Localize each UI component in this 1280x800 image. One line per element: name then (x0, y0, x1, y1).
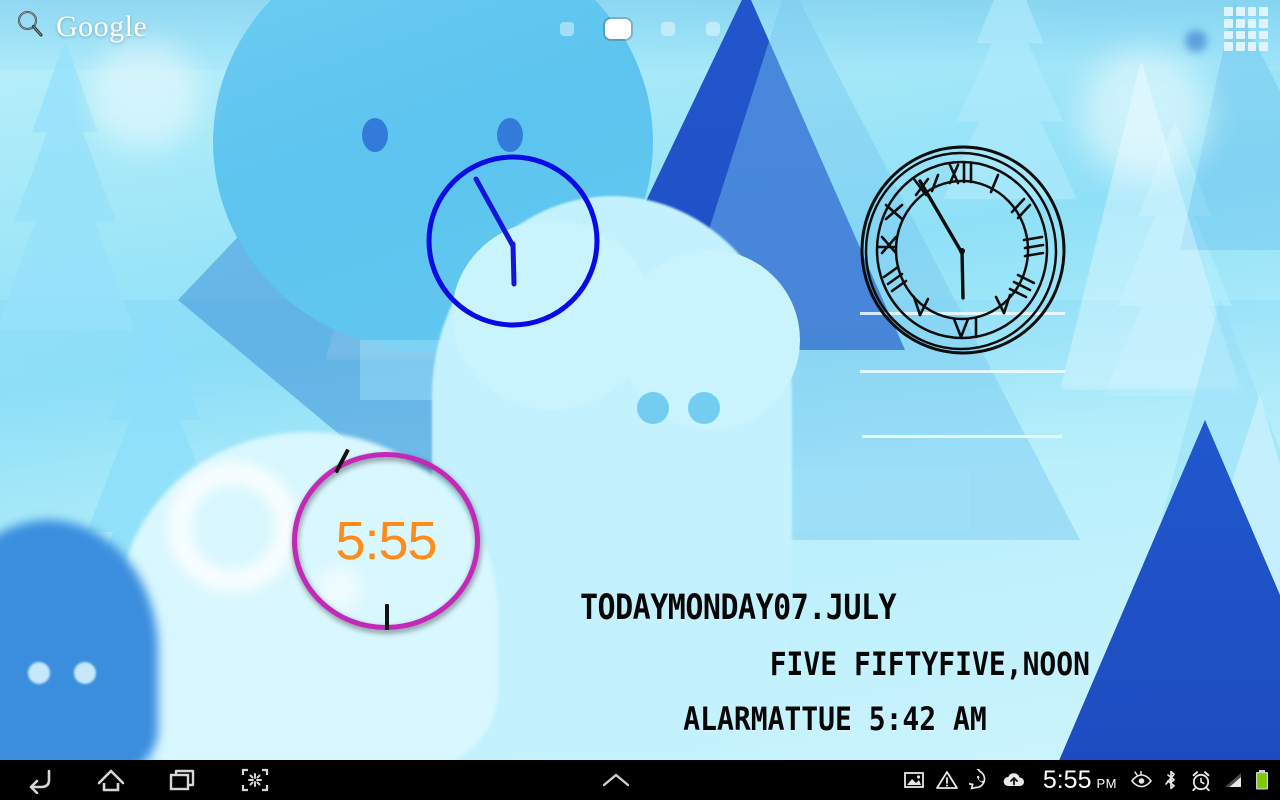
whatsapp-icon[interactable] (968, 769, 991, 791)
digital-clock-time: 5:55 (335, 511, 437, 571)
apps-cell (1247, 42, 1257, 51)
wallpaper-hline-3 (862, 435, 1062, 438)
signal-icon[interactable] (1223, 771, 1243, 789)
apps-cell (1247, 7, 1257, 16)
wallpaper-blob-eye-left (28, 662, 50, 684)
apps-cell (1247, 18, 1257, 28)
wallpaper-snow-block-3 (770, 470, 970, 530)
screen-capture-button[interactable] (238, 763, 272, 797)
home-button[interactable] (94, 763, 128, 797)
nav-buttons-group (0, 763, 330, 797)
wallpaper-hline-2 (860, 370, 1065, 373)
chevron-up-icon (603, 773, 630, 787)
apps-cell (1259, 18, 1268, 28)
apps-cell (1224, 42, 1233, 51)
apps-cell (1259, 42, 1268, 51)
minute-hand (473, 176, 516, 249)
blue-ring-clock-widget[interactable] (424, 152, 602, 330)
battery-icon[interactable] (1254, 769, 1270, 791)
status-time-value: 5:55 (1042, 765, 1092, 794)
status-bar-clock[interactable]: 5:55 PM (1043, 766, 1117, 795)
apps-cell (1259, 30, 1268, 40)
apps-cell (1259, 7, 1268, 16)
warning-icon[interactable] (935, 770, 958, 790)
eye-icon[interactable] (1130, 771, 1152, 789)
roman-numeral-clock-widget[interactable] (858, 143, 1068, 358)
wallpaper-light-blob-1 (90, 40, 200, 150)
status-bar-icons[interactable]: 5:55 PM (903, 766, 1280, 795)
clock-center-pin (959, 248, 965, 254)
apps-cell (1235, 42, 1245, 51)
apps-cell (1235, 30, 1245, 40)
text-clock-alarm: ALARMATTUE 5:42 AM (683, 700, 987, 738)
google-logo-text: Google (56, 9, 148, 43)
screenshot-notification-icon[interactable] (903, 770, 925, 790)
wallpaper-blob-eye-right (74, 662, 96, 684)
cloud-upload-icon[interactable] (1002, 770, 1026, 790)
back-button[interactable] (22, 763, 56, 797)
text-date-time-widget[interactable]: TODAYMONDAY07.JULY FIVE FIFTYFIVE,NOON A… (580, 588, 1090, 738)
wallpaper-glow-ring (168, 462, 298, 592)
page-dot-4[interactable] (705, 22, 720, 36)
wallpaper-cloud-eye-left (637, 392, 669, 424)
apps-cell (1224, 7, 1233, 16)
wallpaper-head-eye-right (497, 118, 523, 152)
page-dot-1[interactable] (560, 22, 574, 36)
wallpaper-light-blob-2 (1080, 50, 1210, 180)
recent-apps-button[interactable] (166, 763, 200, 797)
hour-hand (960, 249, 965, 300)
apps-cell (1247, 30, 1257, 40)
page-dot-3[interactable] (661, 22, 676, 36)
google-search-widget[interactable]: Google (14, 8, 147, 45)
apps-cell (1224, 18, 1233, 28)
text-clock-time: FIVE FIFTYFIVE,NOON (769, 645, 1090, 683)
alarm-icon[interactable] (1190, 770, 1212, 791)
apps-cell (1224, 30, 1233, 40)
bluetooth-icon[interactable] (1163, 770, 1179, 790)
wallpaper-dark-dot (1185, 30, 1207, 52)
expand-handle[interactable] (330, 769, 903, 791)
wallpaper-cloud-eye-right (688, 392, 720, 424)
text-clock-date: TODAYMONDAY07.JULY (580, 588, 897, 629)
apps-cell (1235, 18, 1245, 28)
android-homescreen: Google 5:55 TODAYMONDAY07.JULY FIVE FIFT… (0, 0, 1280, 800)
wallpaper-head-eye-left (362, 118, 388, 152)
search-icon[interactable] (14, 8, 46, 45)
minute-hand (918, 179, 964, 255)
hour-hand (510, 241, 517, 287)
page-dot-2-active[interactable] (604, 19, 631, 39)
orange-digital-clock-widget[interactable]: 5:55 (292, 448, 480, 630)
apps-grid-icon[interactable] (1222, 5, 1270, 53)
status-time-ampm: PM (1096, 775, 1117, 791)
apps-cell (1235, 7, 1245, 16)
system-navigation-bar: 5:55 PM (0, 760, 1280, 800)
page-indicator (560, 18, 720, 40)
